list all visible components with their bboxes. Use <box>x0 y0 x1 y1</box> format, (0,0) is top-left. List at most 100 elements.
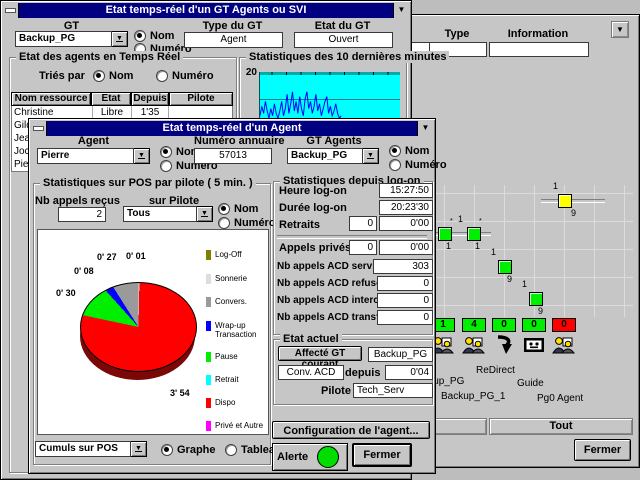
alert-light <box>317 446 339 468</box>
legend-item: Dispo <box>206 398 267 408</box>
config-agent-button[interactable]: Configuration de l'agent... <box>272 421 430 439</box>
control-menu-icon[interactable] <box>3 3 19 18</box>
label-redirect[interactable]: ReDirect <box>476 365 515 376</box>
gt-value[interactable]: Backup_PG <box>15 31 112 47</box>
pie-label: 0' 27 <box>97 252 117 262</box>
star-icon: * <box>450 217 453 226</box>
legend-swatch <box>206 321 211 331</box>
control-menu-icon[interactable] <box>31 121 47 136</box>
legend-item: Pause <box>206 352 267 362</box>
chevron-down-icon[interactable]: ▼ <box>134 148 150 164</box>
radio-pilote-numero[interactable]: Numéro <box>218 217 276 229</box>
agent-realtime-window: Etat temps-réel d'un Agent ▼ Agent Pierr… <box>28 118 436 474</box>
node-count: 1 <box>491 248 496 257</box>
label-pg0-agent[interactable]: Pg0 Agent <box>537 393 583 404</box>
chevron-down-icon[interactable]: ▼ <box>393 3 409 18</box>
gt-agents-combobox[interactable]: Backup_PG ▼ <box>287 148 379 164</box>
type-du-gt-label: Type du GT <box>184 20 281 32</box>
acd-servis-value: 303 <box>373 259 433 274</box>
acd-transferes-value: 0 <box>377 310 433 325</box>
heure-logon-value: 15:27:50 <box>379 183 433 198</box>
pie-label: 0' 01 <box>126 251 146 261</box>
agents-icon[interactable] <box>461 333 485 360</box>
node-count: 1 <box>458 215 463 224</box>
close-button[interactable]: Fermer <box>352 443 412 467</box>
col-header[interactable]: Nom ressource <box>11 92 91 106</box>
chevron-down-icon[interactable]: ▼ <box>417 121 433 136</box>
pie-panel: 0' 27 0' 01 0' 08 0' 30 3' 54 Log-Off So… <box>37 229 269 435</box>
chevron-down-icon[interactable]: ▼ <box>131 441 147 457</box>
agent-value[interactable]: Pierre <box>37 148 134 164</box>
depuis-value: 0'04 <box>385 365 433 380</box>
redirect-icon[interactable] <box>493 333 517 360</box>
alerte-indicator: Alerte <box>272 443 348 471</box>
etat-courant-value: Conv. ACD <box>278 365 344 380</box>
gt-combobox[interactable]: Backup_PG ▼ <box>15 31 128 47</box>
legend-swatch <box>206 352 211 362</box>
status-badge: 4 <box>462 318 486 332</box>
gt-node[interactable] <box>438 227 452 241</box>
radio-pilote-nom[interactable]: Nom <box>218 203 258 215</box>
star-icon: * <box>479 217 482 226</box>
col-header[interactable]: Etat <box>91 92 131 106</box>
gt-node-alert[interactable] <box>558 194 572 208</box>
node-count: 1 <box>522 280 527 289</box>
radio-gt-nom[interactable]: Nom <box>389 145 429 157</box>
title-bar[interactable]: Etat temps-réel d'un GT Agents ou SVI ▼ <box>3 3 409 18</box>
pie-label: 0' 30 <box>56 288 76 298</box>
cumuls-value[interactable]: Cumuls sur POS <box>35 441 131 457</box>
node-count: 9 <box>571 209 576 218</box>
title-bar[interactable]: Etat temps-réel d'un Agent ▼ <box>31 121 433 136</box>
retraits-label: Retraits <box>279 219 320 231</box>
chevron-down-icon[interactable]: ▼ <box>611 21 629 38</box>
guide-tape-icon[interactable] <box>522 333 546 360</box>
column-type-label: Type <box>429 28 485 40</box>
legend-swatch <box>206 375 211 385</box>
legend-swatch <box>206 250 211 260</box>
appels-prives-label: Appels privés <box>279 242 351 254</box>
sur-pilote-combobox[interactable]: Tous ▼ <box>123 206 213 222</box>
legend-swatch <box>206 398 211 408</box>
label-backup-pg-1[interactable]: Backup_PG_1 <box>441 391 506 402</box>
affecte-gt-button[interactable]: Affecté GT courant <box>278 346 362 361</box>
numero-annuaire-label: Numéro annuaire <box>194 135 284 147</box>
legend-item: Wrap-up Transaction <box>206 321 267 339</box>
appels-prives-count: 0 <box>349 240 377 255</box>
col-header[interactable]: Pilote <box>169 92 233 106</box>
chevron-down-icon[interactable]: ▼ <box>112 31 128 47</box>
pilote-value: Tech_Serv <box>353 383 433 398</box>
radio-tri-nom[interactable]: Nom <box>93 70 133 82</box>
retraits-duration: 0'00 <box>379 216 433 231</box>
chevron-down-icon[interactable]: ▼ <box>197 206 213 222</box>
radio-graphe[interactable]: Graphe <box>161 444 216 456</box>
status-badge: 0 <box>522 318 546 332</box>
close-button[interactable]: Fermer <box>574 439 631 461</box>
gt-node[interactable] <box>529 292 543 306</box>
etat-du-gt-label: Etat du GT <box>294 20 391 32</box>
duree-logon-value: 20:23'30 <box>379 200 433 215</box>
node-count: 1 <box>475 242 480 251</box>
radio-tri-numero[interactable]: Numéro <box>156 70 214 82</box>
pos-group-title: Statistiques sur POS par pilote ( 5 min.… <box>40 177 256 189</box>
radio-nom[interactable]: Nom <box>134 30 174 42</box>
cumuls-combobox[interactable]: Cumuls sur POS ▼ <box>35 441 147 457</box>
col-header[interactable]: Depuis <box>131 92 169 106</box>
gt-agents-value[interactable]: Backup_PG <box>287 148 363 164</box>
stats10-title: Statistiques des 10 dernières minutes <box>246 51 449 63</box>
legend-item: Privé et Autre <box>206 421 267 431</box>
status-badge: 0 <box>492 318 516 332</box>
acd-interceptes-value: 0 <box>377 293 433 308</box>
gt-node[interactable] <box>467 227 481 241</box>
chevron-down-icon[interactable]: ▼ <box>363 148 379 164</box>
gt-node[interactable] <box>498 260 512 274</box>
agent-combobox[interactable]: Pierre ▼ <box>37 148 150 164</box>
column-information-label: Information <box>489 28 587 40</box>
acd-refuses-label: Nb appels ACD refusés <box>277 278 387 289</box>
sur-pilote-value[interactable]: Tous <box>123 206 197 222</box>
agents-icon[interactable] <box>551 333 575 360</box>
divider <box>277 235 427 239</box>
label-guide[interactable]: Guide <box>517 378 544 389</box>
radio-gt-numero[interactable]: Numéro <box>389 159 447 171</box>
agents-group-title: Etat des agents en Temps Réel <box>16 51 183 63</box>
tout-bar[interactable]: Tout <box>489 418 633 435</box>
